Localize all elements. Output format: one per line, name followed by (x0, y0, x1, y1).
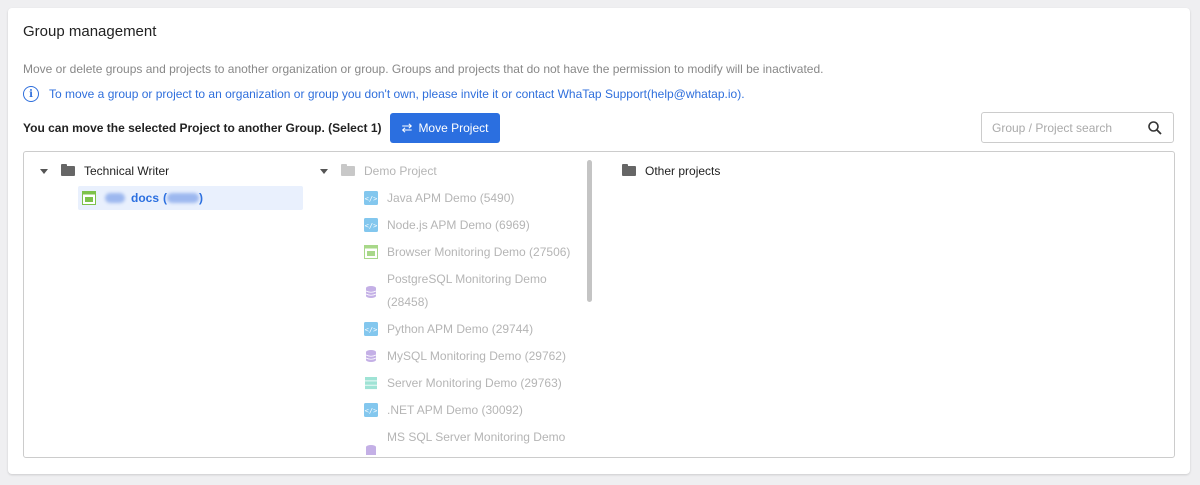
project-item: </> Node.js APM Demo (6969) (364, 218, 530, 232)
apm-code-icon: </> (364, 218, 378, 232)
database-icon (365, 350, 377, 362)
browser-icon (364, 245, 378, 259)
redacted-name (105, 193, 125, 203)
apm-code-icon: </> (364, 191, 378, 205)
svg-text:</>: </> (365, 407, 378, 415)
tree-group-technical-writer[interactable]: Technical Writer (40, 164, 169, 178)
project-item: </> .NET APM Demo (30092) (364, 403, 523, 417)
project-item: PostgreSQL Monitoring Demo (28458) (364, 272, 547, 309)
caret-down-icon (320, 168, 328, 174)
folder-icon (622, 164, 636, 176)
search-input[interactable] (992, 120, 1147, 135)
project-item: </> Python APM Demo (29744) (364, 322, 534, 336)
project-item: Server Monitoring Demo (29763) (364, 376, 562, 390)
group-label: Demo Project (364, 164, 437, 178)
swap-arrows-icon: ⇄ (401, 120, 413, 135)
selection-row: You can move the selected Project to ano… (23, 113, 501, 143)
database-icon (366, 445, 376, 455)
folder-icon (341, 164, 355, 176)
caret-down-icon[interactable] (40, 168, 48, 174)
project-item: </> Java APM Demo (5490) (364, 191, 515, 205)
selected-project[interactable]: docs ( ) (82, 191, 203, 205)
tree-group-other-projects[interactable]: Other projects (622, 164, 720, 178)
project-item: MS SQL Server Monitoring Demo (364, 430, 565, 457)
group-label: Other projects (645, 164, 721, 178)
redacted-id (167, 193, 200, 203)
svg-text:</>: </> (365, 222, 378, 230)
server-icon (365, 377, 377, 390)
tree-scrollbar[interactable] (587, 160, 592, 302)
apm-code-icon: </> (364, 403, 378, 417)
group-management-card: Group management Move or delete groups a… (8, 8, 1190, 474)
page-title: Group management (23, 23, 157, 40)
project-item: Browser Monitoring Demo (27506) (364, 245, 570, 259)
group-label: Technical Writer (84, 164, 170, 178)
project-item: MySQL Monitoring Demo (29762) (364, 349, 566, 363)
selection-text: You can move the selected Project to ano… (23, 121, 382, 135)
apm-code-icon: </> (364, 322, 378, 336)
browser-icon (82, 191, 96, 205)
svg-text:</>: </> (365, 195, 378, 203)
move-project-label: Move Project (418, 121, 489, 135)
svg-text:</>: </> (365, 326, 378, 334)
search-icon[interactable] (1147, 120, 1163, 136)
folder-icon (61, 164, 75, 176)
info-notice: i To move a group or project to an organ… (23, 86, 745, 102)
group-project-search[interactable] (981, 112, 1174, 143)
move-project-button[interactable]: ⇄ Move Project (389, 113, 501, 143)
info-text: To move a group or project to an organiz… (49, 87, 745, 101)
selected-project-name: docs (131, 191, 160, 205)
page-description: Move or delete groups and projects to an… (23, 62, 824, 76)
tree-group-demo-project: Demo Project (320, 164, 437, 178)
tree-panel: Technical Writer docs ( ) Demo Project <… (23, 151, 1175, 458)
info-icon: i (23, 86, 39, 102)
database-icon (365, 286, 377, 298)
